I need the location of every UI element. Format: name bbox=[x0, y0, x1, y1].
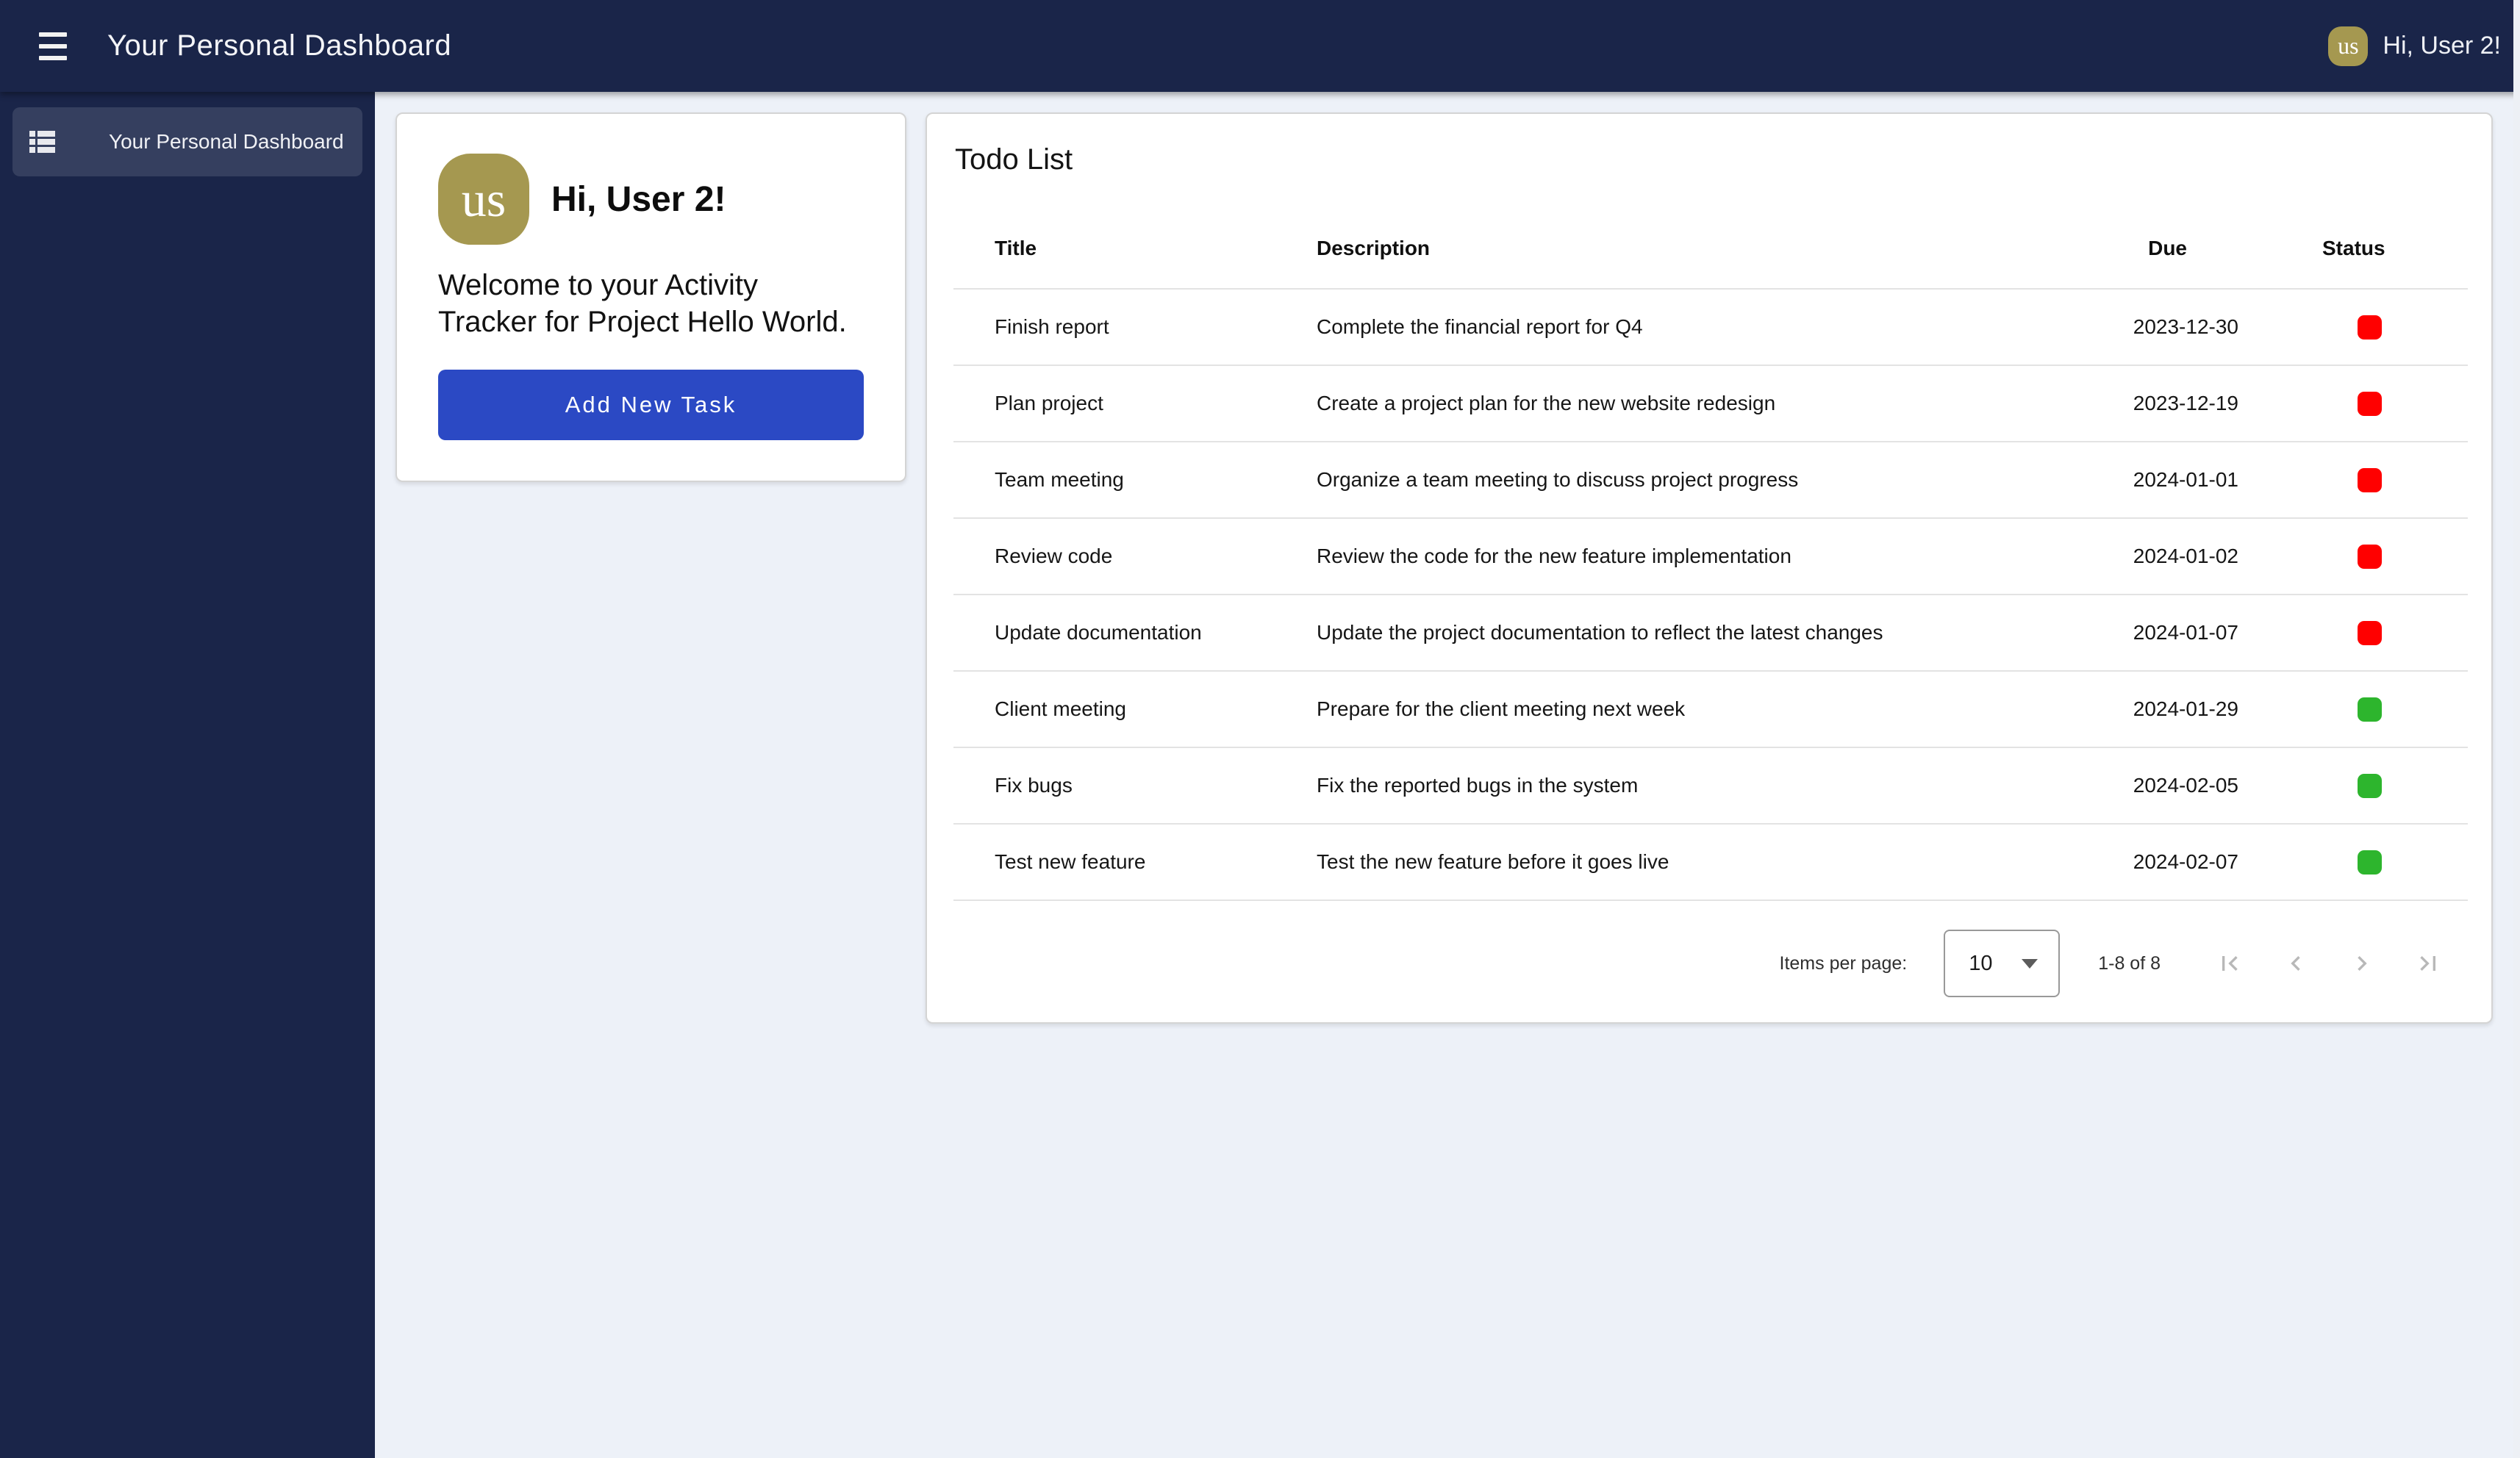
cell-due: 2024-01-07 bbox=[2056, 595, 2240, 671]
welcome-card: us Hi, User 2! Welcome to your Activity … bbox=[395, 112, 906, 482]
avatar-initials: us bbox=[2338, 32, 2358, 60]
cell-description: Create a project plan for the new websit… bbox=[1299, 365, 2056, 442]
todo-row: Update documentation Update the project … bbox=[953, 595, 2468, 671]
dropdown-arrow-icon bbox=[2022, 959, 2038, 969]
sidebar-item-dashboard[interactable]: Your Personal Dashboard bbox=[12, 107, 362, 176]
first-page-button[interactable] bbox=[2203, 937, 2256, 990]
cell-due: 2024-01-01 bbox=[2056, 442, 2240, 518]
page-size-select[interactable]: 10 bbox=[1944, 930, 2060, 997]
page-range-label: 1-8 of 8 bbox=[2098, 953, 2161, 974]
paginator: Items per page: 10 1-8 of 8 bbox=[953, 901, 2465, 1026]
welcome-heading: Hi, User 2! bbox=[551, 179, 726, 220]
cell-description: Test the new feature before it goes live bbox=[1299, 824, 2056, 900]
cell-status bbox=[2240, 442, 2468, 518]
todo-table: Title Description Due Status Finish repo… bbox=[953, 208, 2468, 901]
cell-description: Organize a team meeting to discuss proje… bbox=[1299, 442, 2056, 518]
cell-description: Fix the reported bugs in the system bbox=[1299, 747, 2056, 824]
main-content: us Hi, User 2! Welcome to your Activity … bbox=[375, 92, 2520, 1458]
previous-page-button[interactable] bbox=[2269, 937, 2322, 990]
welcome-message: Welcome to your Activity Tracker for Pro… bbox=[438, 267, 864, 340]
paginator-nav bbox=[2203, 937, 2455, 990]
cell-due: 2024-01-02 bbox=[2056, 518, 2240, 595]
column-header-due: Due bbox=[2056, 208, 2240, 289]
status-indicator bbox=[2358, 774, 2382, 798]
cell-status bbox=[2240, 747, 2468, 824]
cell-status bbox=[2240, 518, 2468, 595]
add-new-task-button[interactable]: Add New Task bbox=[438, 370, 864, 440]
cell-title: Review code bbox=[953, 518, 1299, 595]
last-page-icon bbox=[2413, 949, 2443, 978]
chevron-right-icon bbox=[2347, 949, 2377, 978]
status-indicator bbox=[2358, 697, 2382, 722]
page-size-value: 10 bbox=[1969, 952, 1992, 976]
cell-title: Fix bugs bbox=[953, 747, 1299, 824]
last-page-button[interactable] bbox=[2402, 937, 2455, 990]
next-page-button[interactable] bbox=[2335, 937, 2388, 990]
user-menu[interactable]: us Hi, User 2! bbox=[2328, 26, 2501, 66]
column-header-description: Description bbox=[1299, 208, 2056, 289]
app-title: Your Personal Dashboard bbox=[107, 29, 451, 62]
cell-status bbox=[2240, 824, 2468, 900]
todo-row: Client meeting Prepare for the client me… bbox=[953, 671, 2468, 747]
cell-description: Review the code for the new feature impl… bbox=[1299, 518, 2056, 595]
todo-row: Review code Review the code for the new … bbox=[953, 518, 2468, 595]
cell-due: 2023-12-30 bbox=[2056, 289, 2240, 365]
todo-row: Test new feature Test the new feature be… bbox=[953, 824, 2468, 900]
cell-description: Complete the financial report for Q4 bbox=[1299, 289, 2056, 365]
cell-description: Update the project documentation to refl… bbox=[1299, 595, 2056, 671]
status-indicator bbox=[2358, 468, 2382, 492]
status-indicator bbox=[2358, 621, 2382, 645]
cell-title: Client meeting bbox=[953, 671, 1299, 747]
cell-title: Team meeting bbox=[953, 442, 1299, 518]
cell-due: 2023-12-19 bbox=[2056, 365, 2240, 442]
user-avatar: us bbox=[2328, 26, 2368, 66]
todo-row: Team meeting Organize a team meeting to … bbox=[953, 442, 2468, 518]
cell-status bbox=[2240, 289, 2468, 365]
cell-status bbox=[2240, 595, 2468, 671]
cell-due: 2024-01-29 bbox=[2056, 671, 2240, 747]
table-header-row: Title Description Due Status bbox=[953, 208, 2468, 289]
todo-row: Finish report Complete the financial rep… bbox=[953, 289, 2468, 365]
todo-row: Plan project Create a project plan for t… bbox=[953, 365, 2468, 442]
todo-row: Fix bugs Fix the reported bugs in the sy… bbox=[953, 747, 2468, 824]
items-per-page-label: Items per page: bbox=[1780, 953, 1908, 974]
cell-due: 2024-02-07 bbox=[2056, 824, 2240, 900]
status-indicator bbox=[2358, 392, 2382, 416]
status-indicator bbox=[2358, 545, 2382, 569]
menu-button[interactable] bbox=[37, 30, 69, 62]
welcome-avatar: us bbox=[438, 154, 529, 245]
column-header-title: Title bbox=[953, 208, 1299, 289]
cell-title: Update documentation bbox=[953, 595, 1299, 671]
column-header-status: Status bbox=[2240, 208, 2468, 289]
cell-title: Test new feature bbox=[953, 824, 1299, 900]
cell-status bbox=[2240, 365, 2468, 442]
cell-status bbox=[2240, 671, 2468, 747]
status-indicator bbox=[2358, 315, 2382, 340]
avatar-initials: us bbox=[462, 170, 506, 229]
cell-title: Plan project bbox=[953, 365, 1299, 442]
sidebar-item-label: Your Personal Dashboard bbox=[109, 130, 344, 154]
chevron-left-icon bbox=[2281, 949, 2310, 978]
todo-list-title: Todo List bbox=[955, 143, 2465, 176]
list-icon bbox=[29, 131, 55, 153]
top-navbar: Your Personal Dashboard us Hi, User 2! bbox=[0, 0, 2520, 92]
cell-due: 2024-02-05 bbox=[2056, 747, 2240, 824]
status-indicator bbox=[2358, 850, 2382, 875]
todo-card: Todo List Title Description Due Status F… bbox=[926, 112, 2493, 1024]
welcome-header: us Hi, User 2! bbox=[438, 154, 864, 245]
cell-description: Prepare for the client meeting next week bbox=[1299, 671, 2056, 747]
scrollbar[interactable] bbox=[2513, 0, 2520, 1458]
first-page-icon bbox=[2215, 949, 2244, 978]
navbar-greeting: Hi, User 2! bbox=[2383, 32, 2501, 60]
sidebar: Your Personal Dashboard bbox=[0, 92, 375, 1458]
cell-title: Finish report bbox=[953, 289, 1299, 365]
